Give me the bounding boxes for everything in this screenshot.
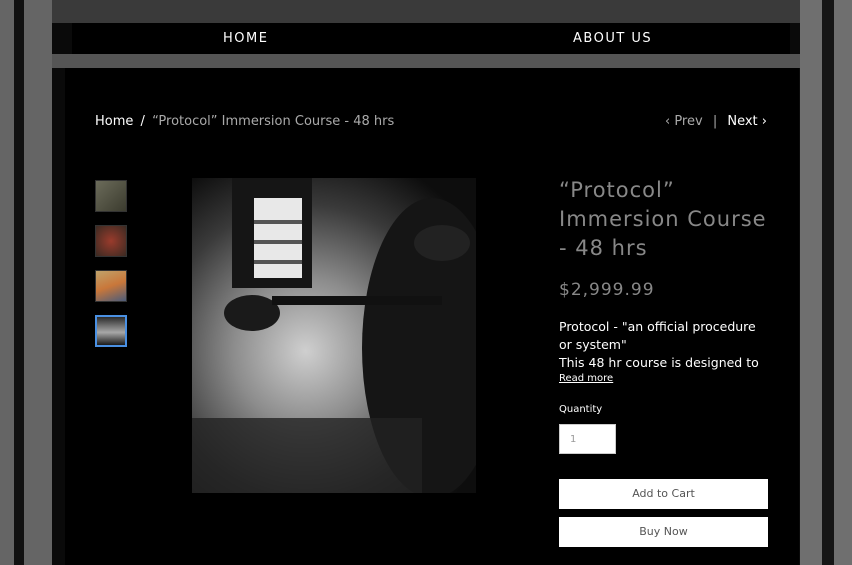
thumbnail-3[interactable] bbox=[95, 270, 127, 302]
description-line-2: This 48 hr course is designed to bbox=[559, 355, 759, 370]
quantity-label: Quantity bbox=[559, 404, 603, 415]
quantity-input[interactable] bbox=[559, 424, 616, 454]
next-label: Next bbox=[727, 114, 758, 129]
nav-about-link[interactable]: ABOUT US bbox=[573, 31, 652, 46]
add-to-cart-button[interactable]: Add to Cart bbox=[559, 479, 768, 509]
top-navigation: HOME ABOUT US bbox=[72, 23, 790, 54]
breadcrumb-current: “Protocol” Immersion Course - 48 hrs bbox=[152, 114, 395, 129]
product-description: Protocol - "an official procedure or sys… bbox=[559, 318, 769, 372]
nav-home-link[interactable]: HOME bbox=[223, 31, 268, 46]
prev-label: Prev bbox=[674, 114, 703, 129]
description-line-1: Protocol - "an official procedure or sys… bbox=[559, 319, 756, 352]
pager-divider: | bbox=[712, 114, 718, 129]
thumbnail-1[interactable] bbox=[95, 180, 127, 212]
thumbnail-2[interactable] bbox=[95, 225, 127, 257]
chevron-left-icon: ‹ bbox=[664, 114, 671, 129]
product-title: “Protocol” Immersion Course - 48 hrs bbox=[559, 178, 767, 260]
product-photo bbox=[192, 178, 476, 493]
product-main-image[interactable] bbox=[192, 178, 476, 493]
buy-now-button[interactable]: Buy Now bbox=[559, 517, 768, 547]
breadcrumb-home-link[interactable]: Home bbox=[95, 114, 133, 129]
breadcrumb-separator: / bbox=[140, 114, 145, 129]
product-panel: Home / “Protocol” Immersion Course - 48 … bbox=[65, 68, 799, 565]
read-more-link[interactable]: Read more bbox=[559, 373, 613, 384]
prev-link[interactable]: ‹ Prev bbox=[665, 114, 707, 129]
next-link[interactable]: Next › bbox=[727, 114, 767, 129]
product-price: $2,999.99 bbox=[559, 280, 655, 300]
product-pager: ‹ Prev | Next › bbox=[665, 114, 767, 129]
thumbnail-4-selected[interactable] bbox=[95, 315, 127, 347]
breadcrumb: Home / “Protocol” Immersion Course - 48 … bbox=[95, 114, 394, 129]
chevron-right-icon: › bbox=[761, 114, 767, 129]
